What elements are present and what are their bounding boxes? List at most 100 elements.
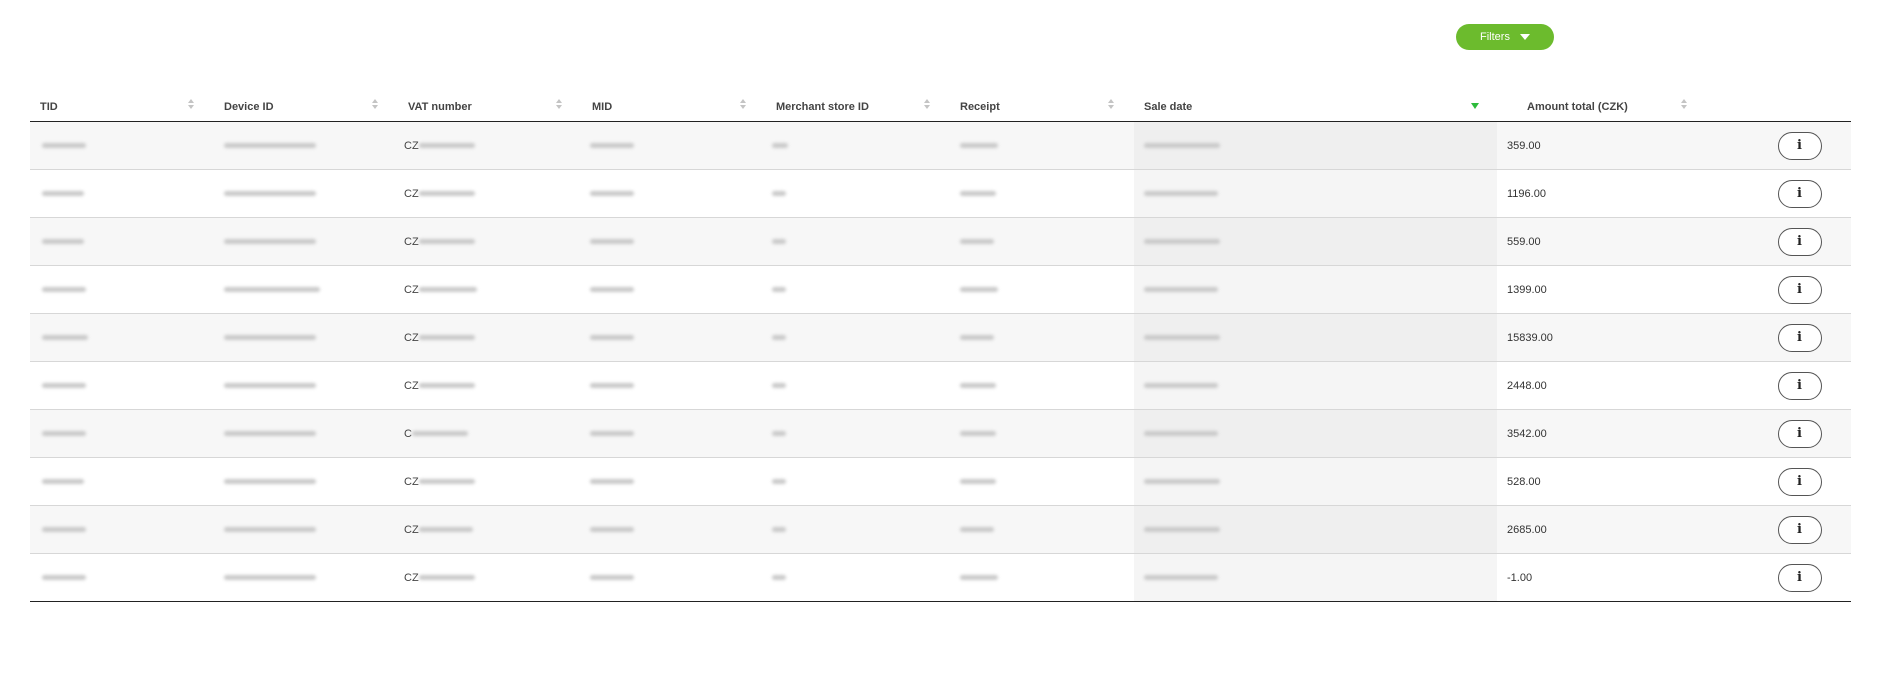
column-header-tid[interactable]: TID (30, 92, 214, 122)
cell-vat-number: CZ (398, 121, 582, 170)
cell-device-id (214, 409, 398, 458)
column-header-merchant-store-id[interactable]: Merchant store ID (766, 92, 950, 122)
info-button[interactable]: i (1777, 563, 1822, 592)
redacted-value (590, 383, 634, 389)
sort-icon[interactable] (740, 99, 748, 111)
sort-icon[interactable] (372, 99, 380, 111)
sort-icon[interactable] (924, 99, 932, 111)
column-header-label: TID (40, 100, 58, 113)
amount-value: 15839.00 (1507, 331, 1553, 344)
cell-actions: i (1736, 361, 1851, 410)
redacted-value (772, 383, 786, 389)
filters-button[interactable]: Filters (1456, 24, 1554, 50)
cell-sale-date (1134, 409, 1497, 458)
caret-down-icon (1519, 34, 1530, 40)
redacted-value (772, 239, 786, 245)
cell-actions: i (1736, 553, 1851, 602)
info-icon: i (1797, 570, 1802, 585)
info-icon: i (1797, 282, 1802, 297)
sort-icon[interactable] (556, 99, 564, 111)
redacted-value (1144, 191, 1218, 197)
redacted-value (590, 479, 634, 485)
redacted-value (960, 479, 996, 485)
cell-device-id (214, 457, 398, 506)
redacted-value (418, 239, 475, 245)
cell-merchant-store-id (766, 217, 950, 266)
redacted-value (224, 575, 316, 581)
cell-sale-date (1134, 121, 1497, 170)
amount-value: 3542.00 (1507, 427, 1547, 440)
redacted-value (1144, 239, 1220, 245)
info-button[interactable]: i (1777, 419, 1822, 448)
info-button[interactable]: i (1777, 131, 1822, 160)
cell-mid (582, 409, 766, 458)
redacted-value (590, 527, 634, 533)
redacted-value (590, 287, 634, 293)
info-icon: i (1797, 330, 1802, 345)
column-header-sale-date[interactable]: Sale date (1134, 92, 1497, 122)
table-row: CZ 15839.00 i (30, 313, 1851, 362)
cell-receipt (950, 121, 1134, 170)
column-header-receipt[interactable]: Receipt (950, 92, 1134, 122)
redacted-value (42, 191, 84, 197)
redacted-value (411, 431, 468, 437)
info-button[interactable]: i (1777, 515, 1822, 544)
redacted-value (590, 191, 634, 197)
redacted-value (418, 479, 475, 485)
info-button[interactable]: i (1777, 227, 1822, 256)
cell-receipt (950, 265, 1134, 314)
cell-merchant-store-id (766, 457, 950, 506)
cell-merchant-store-id (766, 169, 950, 218)
redacted-value (590, 239, 634, 245)
redacted-value (960, 287, 998, 293)
sort-icon[interactable] (188, 99, 196, 111)
cell-mid (582, 505, 766, 554)
cell-tid (30, 553, 214, 602)
redacted-value (224, 287, 320, 293)
redacted-value (590, 335, 634, 341)
cell-merchant-store-id (766, 121, 950, 170)
redacted-value (42, 575, 86, 581)
column-header-amount-total[interactable]: Amount total (CZK) (1497, 92, 1736, 122)
column-header-device-id[interactable]: Device ID (214, 92, 398, 122)
info-button[interactable]: i (1777, 275, 1822, 304)
cell-mid (582, 265, 766, 314)
vat-prefix: CZ (404, 379, 419, 392)
column-header-label: Sale date (1144, 100, 1193, 113)
cell-sale-date (1134, 553, 1497, 602)
filters-label: Filters (1480, 31, 1510, 43)
cell-mid (582, 553, 766, 602)
info-button[interactable]: i (1777, 467, 1822, 496)
sort-icon[interactable] (1681, 99, 1689, 111)
redacted-value (42, 383, 86, 389)
redacted-value (1144, 287, 1218, 293)
column-header-mid[interactable]: MID (582, 92, 766, 122)
column-header-label: Device ID (224, 100, 274, 113)
redacted-value (960, 527, 994, 533)
cell-vat-number: CZ (398, 457, 582, 506)
column-header-label: Receipt (960, 100, 1000, 113)
amount-value: 359.00 (1507, 139, 1541, 152)
cell-amount-total: 1196.00 (1497, 169, 1736, 218)
table-row: CZ -1.00 i (30, 553, 1851, 602)
cell-vat-number: CZ (398, 361, 582, 410)
cell-amount-total: 528.00 (1497, 457, 1736, 506)
sort-descending-icon[interactable] (1471, 103, 1479, 109)
column-header-actions (1736, 92, 1851, 122)
cell-amount-total: 15839.00 (1497, 313, 1736, 362)
sort-icon[interactable] (1108, 99, 1116, 111)
cell-tid (30, 457, 214, 506)
redacted-value (960, 239, 994, 245)
cell-amount-total: 2685.00 (1497, 505, 1736, 554)
info-icon: i (1797, 522, 1802, 537)
redacted-value (772, 143, 788, 149)
info-button[interactable]: i (1777, 371, 1822, 400)
column-header-vat-number[interactable]: VAT number (398, 92, 582, 122)
amount-value: 2448.00 (1507, 379, 1547, 392)
info-button[interactable]: i (1777, 323, 1822, 352)
info-button[interactable]: i (1777, 179, 1822, 208)
cell-vat-number: CZ (398, 313, 582, 362)
column-header-label: Merchant store ID (776, 100, 869, 113)
cell-merchant-store-id (766, 505, 950, 554)
redacted-value (418, 335, 475, 341)
